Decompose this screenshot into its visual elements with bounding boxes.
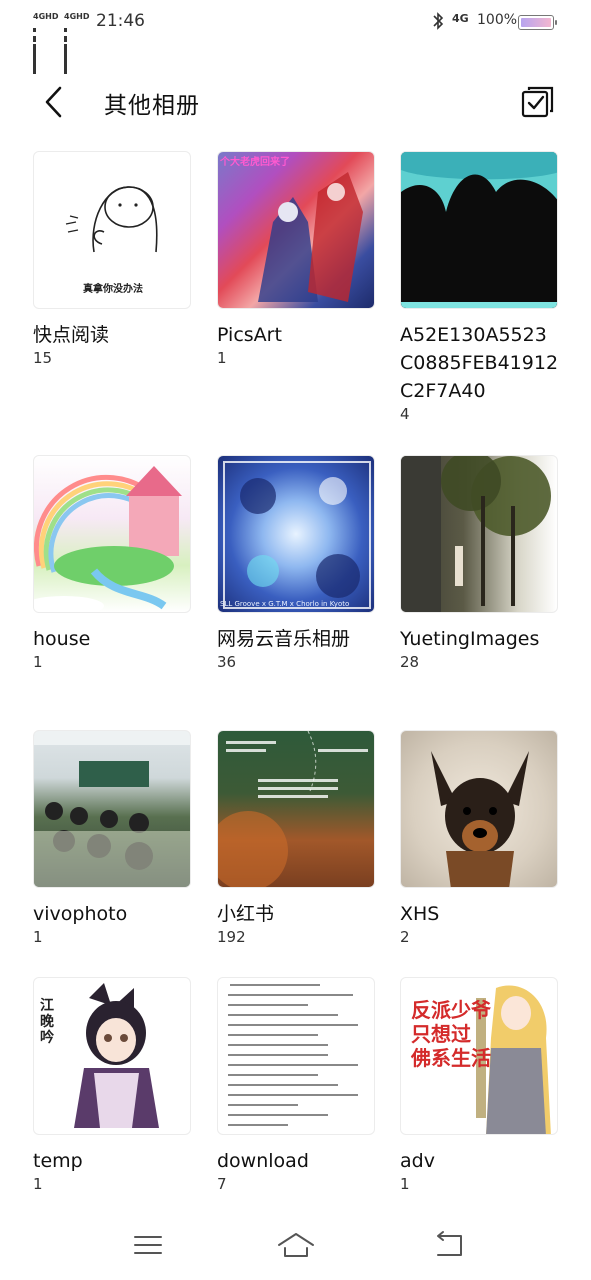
note-card-image bbox=[218, 731, 368, 887]
album-item[interactable]: 江晚吟 temp 1 bbox=[33, 977, 191, 1193]
album-count: 15 bbox=[33, 349, 53, 367]
chevron-left-icon bbox=[45, 86, 62, 118]
album-thumbnail: SLL Groove x G.T.M x Chorlo in Kyoto bbox=[217, 455, 375, 613]
multi-select-button[interactable] bbox=[520, 84, 556, 120]
album-name: house bbox=[33, 628, 91, 650]
thumb-caption: 个大老虎回来了 bbox=[220, 157, 290, 168]
battery-icon bbox=[518, 15, 557, 30]
album-count: 7 bbox=[217, 1175, 227, 1193]
signal-bars-icon bbox=[33, 22, 37, 74]
signal-1-label: 4GHD bbox=[33, 12, 59, 21]
album-count: 1 bbox=[33, 1175, 43, 1193]
silhouette-artwork-image bbox=[401, 152, 557, 308]
album-name: adv bbox=[400, 1150, 435, 1172]
page-title: 其他相册 bbox=[104, 93, 200, 119]
album-item[interactable]: 真拿你没办法 快点阅读 15 bbox=[33, 151, 191, 367]
album-thumbnail bbox=[400, 730, 558, 888]
clock: 21:46 bbox=[96, 11, 145, 31]
thumb-caption: 江晚吟 bbox=[40, 998, 54, 1046]
back-icon bbox=[437, 1231, 462, 1256]
tree-path-image bbox=[401, 456, 551, 612]
album-item[interactable]: 小红书 192 bbox=[217, 730, 375, 946]
thumb-caption: 反派少爷 只想过 佛系生活 bbox=[411, 998, 491, 1070]
signal-2-label: 4GHD bbox=[64, 12, 90, 21]
network-type: 4G bbox=[452, 12, 469, 25]
album-name: 快点阅读 bbox=[33, 324, 110, 346]
album-item[interactable]: SLL Groove x G.T.M x Chorlo in Kyoto 网易云… bbox=[217, 455, 375, 671]
album-count: 1 bbox=[217, 349, 227, 367]
system-nav-bar bbox=[0, 1215, 591, 1280]
album-count: 4 bbox=[400, 405, 410, 423]
album-count: 1 bbox=[33, 928, 43, 946]
album-count: 2 bbox=[400, 928, 410, 946]
album-count: 36 bbox=[217, 653, 237, 671]
album-name: A52E130A5523C0885FEB41912C2F7A40 bbox=[400, 324, 559, 402]
anime-character-image bbox=[74, 983, 159, 1128]
album-item[interactable]: XHS 2 bbox=[400, 730, 558, 946]
multi-select-icon bbox=[521, 86, 554, 118]
album-name: XHS bbox=[400, 903, 440, 925]
album-thumbnail bbox=[33, 455, 191, 613]
home-icon bbox=[278, 1233, 314, 1257]
home-button[interactable] bbox=[276, 1229, 316, 1261]
album-name: download bbox=[217, 1150, 309, 1172]
anime-hero-image bbox=[258, 172, 363, 302]
recent-apps-button[interactable] bbox=[128, 1229, 168, 1261]
album-item[interactable]: 个大老虎回来了 PicsArt 1 bbox=[217, 151, 375, 367]
menu-icon bbox=[134, 1236, 162, 1254]
thumb-caption: SLL Groove x G.T.M x Chorlo in Kyoto bbox=[220, 600, 350, 608]
album-count: 28 bbox=[400, 653, 420, 671]
album-item[interactable]: house 1 bbox=[33, 455, 191, 671]
puppy-image bbox=[431, 751, 529, 887]
album-name: temp bbox=[33, 1150, 83, 1172]
battery-percent: 100% bbox=[477, 12, 518, 28]
album-thumbnail bbox=[400, 151, 558, 309]
album-count: 1 bbox=[33, 653, 43, 671]
bluetooth-icon bbox=[432, 12, 444, 34]
signal-bars-icon bbox=[64, 22, 68, 74]
album-thumbnail: 真拿你没办法 bbox=[33, 151, 191, 309]
lyrics-text-image bbox=[228, 984, 358, 1126]
album-name: vivophoto bbox=[33, 903, 128, 925]
album-thumbnail: 反派少爷 只想过 佛系生活 bbox=[400, 977, 558, 1135]
back-nav-button[interactable] bbox=[430, 1229, 470, 1261]
album-name: PicsArt bbox=[217, 324, 282, 346]
app-header: 其他相册 bbox=[0, 72, 591, 132]
album-thumbnail bbox=[33, 730, 191, 888]
album-thumbnail bbox=[217, 730, 375, 888]
album-item[interactable]: 反派少爷 只想过 佛系生活 adv 1 bbox=[400, 977, 558, 1193]
album-item[interactable]: YuetingImages 28 bbox=[400, 455, 558, 671]
album-item[interactable]: A52E130A5523C0885FEB41912C2F7A40 4 bbox=[400, 151, 558, 423]
album-thumbnail: 江晚吟 bbox=[33, 977, 191, 1135]
album-item[interactable]: vivophoto 1 bbox=[33, 730, 191, 946]
album-name: 网易云音乐相册 bbox=[217, 628, 351, 650]
album-item[interactable]: download 7 bbox=[217, 977, 375, 1193]
album-name: YuetingImages bbox=[400, 628, 540, 650]
thumb-caption: 真拿你没办法 bbox=[83, 284, 143, 295]
album-count: 192 bbox=[217, 928, 246, 946]
album-count: 1 bbox=[400, 1175, 410, 1193]
album-thumbnail bbox=[217, 977, 375, 1135]
classroom-image bbox=[34, 731, 190, 887]
abstract-blue-image bbox=[223, 461, 371, 609]
album-thumbnail bbox=[400, 455, 558, 613]
fantasy-castle-image bbox=[34, 466, 182, 612]
back-button[interactable] bbox=[36, 82, 72, 122]
status-bar: 4GHD 4GHD 21:46 4G 100% bbox=[0, 0, 591, 74]
album-thumbnail: 个大老虎回来了 bbox=[217, 151, 375, 309]
album-name: 小红书 bbox=[217, 903, 275, 925]
